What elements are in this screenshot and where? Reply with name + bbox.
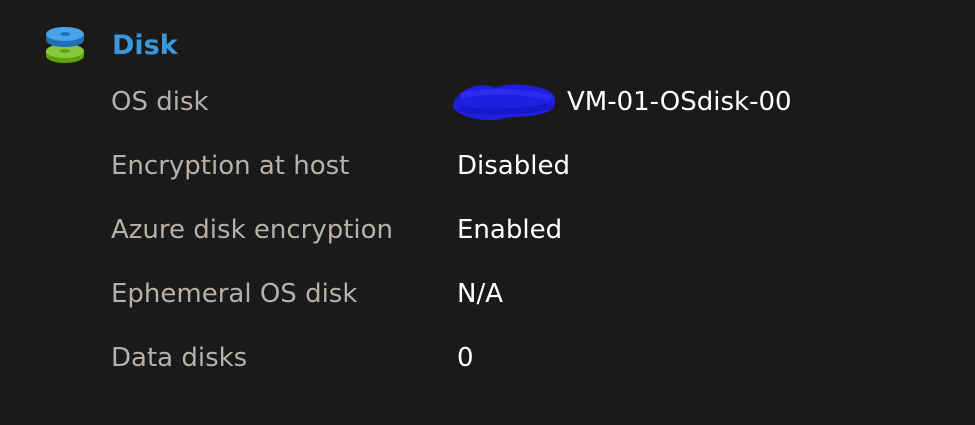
- property-value: N/A: [457, 279, 503, 309]
- property-label: Encryption at host: [111, 151, 350, 181]
- property-label: Azure disk encryption: [111, 215, 394, 245]
- property-value: 0: [457, 343, 474, 373]
- property-value: Disabled: [457, 151, 570, 181]
- property-label: OS disk: [111, 87, 209, 117]
- redaction-scribble: [453, 84, 556, 121]
- section-header: Disk: [44, 25, 178, 67]
- property-label: Data disks: [111, 343, 248, 373]
- property-label: Ephemeral OS disk: [111, 279, 358, 309]
- os-disk-name[interactable]: VM-01-OSdisk-00: [567, 87, 792, 117]
- section-title: Disk: [112, 30, 178, 61]
- disk-properties-panel: Disk OS disk VM-01-OSdisk-00 Encryption …: [0, 0, 975, 425]
- properties-list: OS disk VM-01-OSdisk-00 Encryption at ho…: [111, 84, 931, 404]
- disk-icon: [44, 25, 86, 67]
- property-row: OS disk VM-01-OSdisk-00: [111, 84, 931, 148]
- property-value[interactable]: VM-01-OSdisk-00: [453, 84, 792, 121]
- property-row: Ephemeral OS disk N/A: [111, 276, 931, 340]
- property-row: Azure disk encryption Enabled: [111, 212, 931, 276]
- property-row: Data disks 0: [111, 340, 931, 404]
- property-row: Encryption at host Disabled: [111, 148, 931, 212]
- property-value: Enabled: [457, 215, 563, 245]
